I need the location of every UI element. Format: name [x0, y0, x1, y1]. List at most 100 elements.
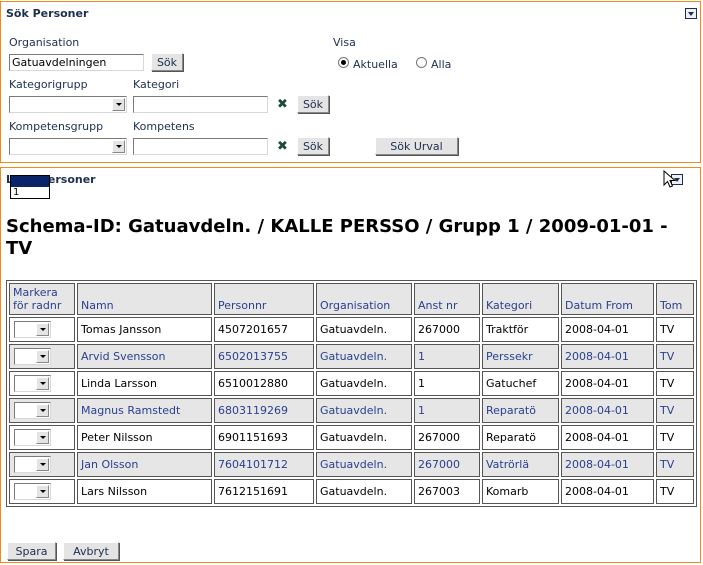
chevron-down-icon[interactable] [112, 98, 125, 111]
organisation-search-button[interactable]: Sök [151, 53, 183, 71]
cell-datum: 2008-04-01 [561, 398, 654, 423]
chevron-down-icon[interactable] [36, 458, 49, 471]
col-mark: Markera för radnr [9, 283, 75, 315]
table-row: Magnus Ramstedt 6803119269 Gatuavdeln. 1… [9, 398, 694, 423]
cell-name: Arvid Svensson [77, 344, 212, 369]
cell-organisation: Gatuavdeln. [316, 452, 412, 477]
col-organisation: Organisation [316, 283, 412, 315]
cell-organisation: Gatuavdeln. [316, 371, 412, 396]
cell-anst-nr: 1 [414, 344, 480, 369]
cell-personnr: 6901151693 [214, 425, 314, 450]
row-mark-select[interactable] [14, 456, 51, 473]
competence-group-label: Kompetensgrupp [9, 120, 104, 133]
dropdown-option[interactable]: 1 [11, 187, 49, 198]
cell-anst-nr: 1 [414, 398, 480, 423]
save-button[interactable]: Spara [7, 542, 56, 560]
collapse-search-icon[interactable] [685, 8, 697, 19]
cell-tom: TV [656, 317, 694, 342]
chevron-down-icon[interactable] [36, 431, 49, 444]
cell-kategori: Gatuchef [482, 371, 559, 396]
organisation-label: Organisation [9, 36, 80, 49]
cell-name: Magnus Ramstedt [77, 398, 212, 423]
search-selection-button[interactable]: Sök Urval [375, 137, 458, 155]
visa-label: Visa [333, 36, 356, 49]
cell-kategori: Perssekr [482, 344, 559, 369]
cell-organisation: Gatuavdeln. [316, 317, 412, 342]
cell-personnr: 7612151691 [214, 479, 314, 504]
category-group-label: Kategorigrupp [9, 78, 88, 91]
competence-search-button[interactable]: Sök [297, 137, 329, 155]
category-label: Kategori [133, 78, 180, 91]
clear-competence-icon[interactable]: ✖ [277, 140, 288, 153]
cell-tom: TV [656, 479, 694, 504]
cancel-button[interactable]: Avbryt [63, 542, 119, 560]
chevron-down-icon[interactable] [36, 323, 49, 336]
col-name: Namn [77, 283, 212, 315]
col-personnr: Personnr [214, 283, 314, 315]
col-datum-from: Datum From [561, 283, 654, 315]
competence-group-select[interactable] [9, 138, 127, 155]
category-group-select[interactable] [9, 96, 127, 113]
chevron-down-icon[interactable] [36, 350, 49, 363]
row-mark-select[interactable] [14, 348, 51, 365]
competence-input[interactable] [133, 138, 268, 155]
persons-table: Markera för radnr Namn Personnr Organisa… [6, 280, 697, 507]
cell-personnr: 6803119269 [214, 398, 314, 423]
cell-kategori: Reparatö [482, 425, 559, 450]
cell-tom: TV [656, 452, 694, 477]
cell-name: Lars Nilsson [77, 479, 212, 504]
category-input[interactable] [133, 96, 268, 113]
search-panel-title: Sök Personer [6, 7, 89, 20]
cell-tom: TV [656, 371, 694, 396]
cell-kategori: Traktför [482, 317, 559, 342]
row-mark-select[interactable] [14, 483, 51, 500]
cell-datum: 2008-04-01 [561, 425, 654, 450]
radio-all[interactable] [416, 57, 427, 68]
table-row: Lars Nilsson 7612151691 Gatuavdeln. 2670… [9, 479, 694, 504]
table-row: Jan Olsson 7604101712 Gatuavdeln. 267000… [9, 452, 694, 477]
row-mark-select[interactable] [14, 429, 51, 446]
row-mark-select[interactable] [14, 375, 51, 392]
cell-datum: 2008-04-01 [561, 344, 654, 369]
col-tom: Tom [656, 283, 694, 315]
schedule-heading: Schema-ID: Gatuavdeln. / KALLE PERSSO / … [6, 216, 668, 259]
row-mark-select[interactable] [14, 321, 51, 338]
category-search-button[interactable]: Sök [297, 95, 329, 113]
table-row: Peter Nilsson 6901151693 Gatuavdeln. 267… [9, 425, 694, 450]
table-row: Linda Larsson 6510012880 Gatuavdeln. 1 G… [9, 371, 694, 396]
cell-organisation: Gatuavdeln. [316, 479, 412, 504]
chevron-down-icon[interactable] [36, 485, 49, 498]
cell-kategori: Komarb [482, 479, 559, 504]
organisation-input[interactable] [9, 54, 144, 71]
cell-anst-nr: 267000 [414, 317, 480, 342]
col-kategori: Kategori [482, 283, 559, 315]
cell-tom: TV [656, 398, 694, 423]
cell-kategori: Vatrörlä [482, 452, 559, 477]
row-mark-select[interactable] [14, 402, 51, 419]
cell-personnr: 7604101712 [214, 452, 314, 477]
radio-all-label: Alla [431, 58, 452, 71]
radio-current[interactable] [338, 57, 349, 68]
dropdown-option[interactable] [11, 176, 49, 187]
cell-datum: 2008-04-01 [561, 317, 654, 342]
cell-name: Tomas Jansson [77, 317, 212, 342]
cell-personnr: 6502013755 [214, 344, 314, 369]
cell-organisation: Gatuavdeln. [316, 425, 412, 450]
cell-kategori: Reparatö [482, 398, 559, 423]
cell-organisation: Gatuavdeln. [316, 344, 412, 369]
cell-anst-nr: 267000 [414, 425, 480, 450]
chevron-down-icon[interactable] [112, 140, 125, 153]
chevron-down-icon[interactable] [36, 404, 49, 417]
competence-label: Kompetens [133, 120, 195, 133]
cell-personnr: 6510012880 [214, 371, 314, 396]
clear-category-icon[interactable]: ✖ [277, 98, 288, 111]
row-mark-dropdown-list[interactable]: 1 [10, 175, 50, 199]
cell-datum: 2008-04-01 [561, 371, 654, 396]
search-panel: Sök Personer Organisation Sök Visa Aktue… [0, 1, 701, 163]
col-anst-nr: Anst nr [414, 283, 480, 315]
cell-tom: TV [656, 425, 694, 450]
cell-anst-nr: 1 [414, 371, 480, 396]
chevron-down-icon[interactable] [36, 377, 49, 390]
table-row: Arvid Svensson 6502013755 Gatuavdeln. 1 … [9, 344, 694, 369]
cell-anst-nr: 267003 [414, 479, 480, 504]
